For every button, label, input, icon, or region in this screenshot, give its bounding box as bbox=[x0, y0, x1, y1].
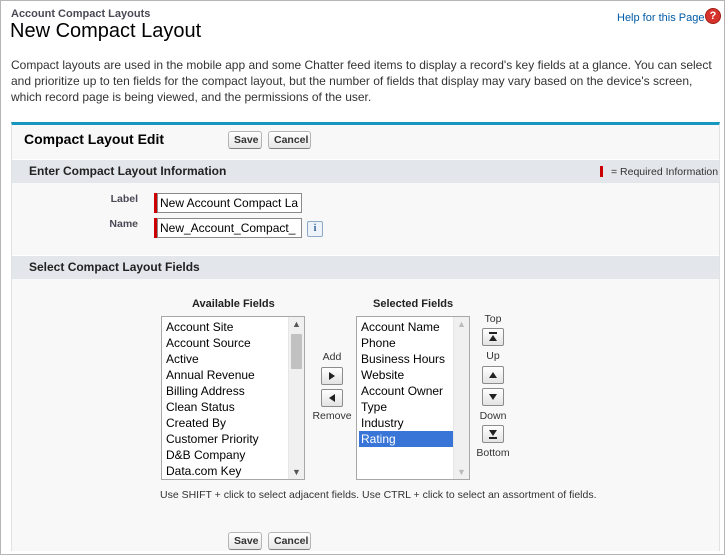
list-item[interactable]: Annual Revenue bbox=[164, 367, 288, 383]
fields-section-header: Select Compact Layout Fields bbox=[12, 255, 719, 279]
list-item[interactable]: Billing Address bbox=[164, 383, 288, 399]
available-fields-title: Available Fields bbox=[192, 298, 275, 310]
scroll-thumb[interactable] bbox=[291, 334, 302, 369]
list-item[interactable]: Industry bbox=[359, 415, 453, 431]
list-item[interactable]: Account Name bbox=[359, 319, 453, 335]
arrow-down-icon bbox=[489, 394, 497, 400]
list-item[interactable]: Account Owner bbox=[359, 383, 453, 399]
name-field-label: Name bbox=[109, 218, 138, 230]
selected-fields-items: Account Name Phone Business Hours Website Ac… bbox=[359, 319, 453, 447]
required-legend: = Required Information bbox=[600, 166, 718, 178]
list-item[interactable]: Phone bbox=[359, 335, 453, 351]
fields-section-title: Select Compact Layout Fields bbox=[29, 260, 200, 274]
scroll-down-icon[interactable]: ▼ bbox=[289, 465, 304, 479]
scroll-down-icon[interactable]: ▼ bbox=[454, 465, 469, 479]
scroll-up-icon[interactable]: ▲ bbox=[289, 317, 304, 331]
list-item[interactable]: Customer Priority bbox=[164, 431, 288, 447]
panel-title: Compact Layout Edit bbox=[24, 131, 165, 147]
add-label: Add bbox=[322, 351, 342, 363]
info-icon[interactable]: i bbox=[307, 221, 323, 237]
name-input[interactable]: New_Account_Compact_ bbox=[157, 218, 302, 238]
help-icon[interactable]: ? bbox=[705, 8, 721, 24]
info-section-title: Enter Compact Layout Information bbox=[29, 164, 227, 178]
list-item[interactable]: Created By bbox=[164, 415, 288, 431]
save-button-top[interactable]: Save bbox=[228, 131, 262, 149]
selected-fields-title: Selected Fields bbox=[373, 298, 454, 310]
required-legend-text: = Required Information bbox=[611, 166, 719, 178]
arrow-bottom-icon bbox=[489, 430, 497, 439]
arrow-up-icon bbox=[489, 372, 497, 378]
list-item[interactable]: D&B Company bbox=[164, 447, 288, 463]
required-marker bbox=[600, 166, 603, 177]
cancel-button-bottom[interactable]: Cancel bbox=[268, 532, 311, 550]
breadcrumb[interactable]: Account Compact Layouts bbox=[11, 8, 150, 20]
page-description: Compact layouts are used in the mobile a… bbox=[11, 58, 712, 104]
top-label: Top bbox=[484, 313, 502, 325]
cancel-button-top[interactable]: Cancel bbox=[268, 131, 311, 149]
list-item[interactable]: Business Hours bbox=[359, 351, 453, 367]
list-item[interactable]: Active bbox=[164, 351, 288, 367]
arrow-right-icon bbox=[329, 372, 335, 380]
label-field-label: Label bbox=[110, 193, 138, 205]
save-button-bottom[interactable]: Save bbox=[228, 532, 262, 550]
available-fields-items: Account Site Account Source Active Annual R… bbox=[164, 319, 288, 479]
list-item[interactable]: Account Site bbox=[164, 319, 288, 335]
move-down-button[interactable] bbox=[482, 388, 504, 406]
arrow-top-icon bbox=[489, 332, 497, 341]
move-top-button[interactable] bbox=[482, 328, 504, 346]
arrow-left-icon bbox=[329, 394, 335, 402]
help-link[interactable]: Help for this Page bbox=[617, 12, 704, 24]
list-item[interactable]: Account Source bbox=[164, 335, 288, 351]
selected-scrollbar[interactable]: ▲ ▼ bbox=[453, 317, 469, 479]
selection-hint: Use SHIFT + click to select adjacent fie… bbox=[160, 489, 597, 501]
down-label: Down bbox=[479, 410, 507, 422]
move-up-button[interactable] bbox=[482, 366, 504, 384]
bottom-label: Bottom bbox=[476, 447, 510, 459]
selected-fields-list[interactable]: Account Name Phone Business Hours Website Ac… bbox=[356, 316, 470, 480]
up-label: Up bbox=[486, 350, 500, 362]
label-input[interactable]: New Account Compact La bbox=[157, 193, 302, 213]
available-fields-list[interactable]: Account Site Account Source Active Annual R… bbox=[161, 316, 305, 480]
remove-label: Remove bbox=[312, 410, 352, 422]
list-item[interactable]: Website bbox=[359, 367, 453, 383]
available-scrollbar[interactable]: ▲ ▼ bbox=[288, 317, 304, 479]
scroll-up-icon[interactable]: ▲ bbox=[454, 317, 469, 331]
list-item[interactable]: Rating bbox=[359, 431, 453, 447]
remove-button[interactable] bbox=[321, 389, 343, 407]
list-item[interactable]: Data.com Key bbox=[164, 463, 288, 479]
list-item[interactable]: Clean Status bbox=[164, 399, 288, 415]
add-button[interactable] bbox=[321, 367, 343, 385]
move-bottom-button[interactable] bbox=[482, 425, 504, 443]
info-section-header: Enter Compact Layout Information = Requi… bbox=[12, 159, 719, 183]
list-item[interactable]: Type bbox=[359, 399, 453, 415]
page-title: New Compact Layout bbox=[10, 20, 202, 42]
